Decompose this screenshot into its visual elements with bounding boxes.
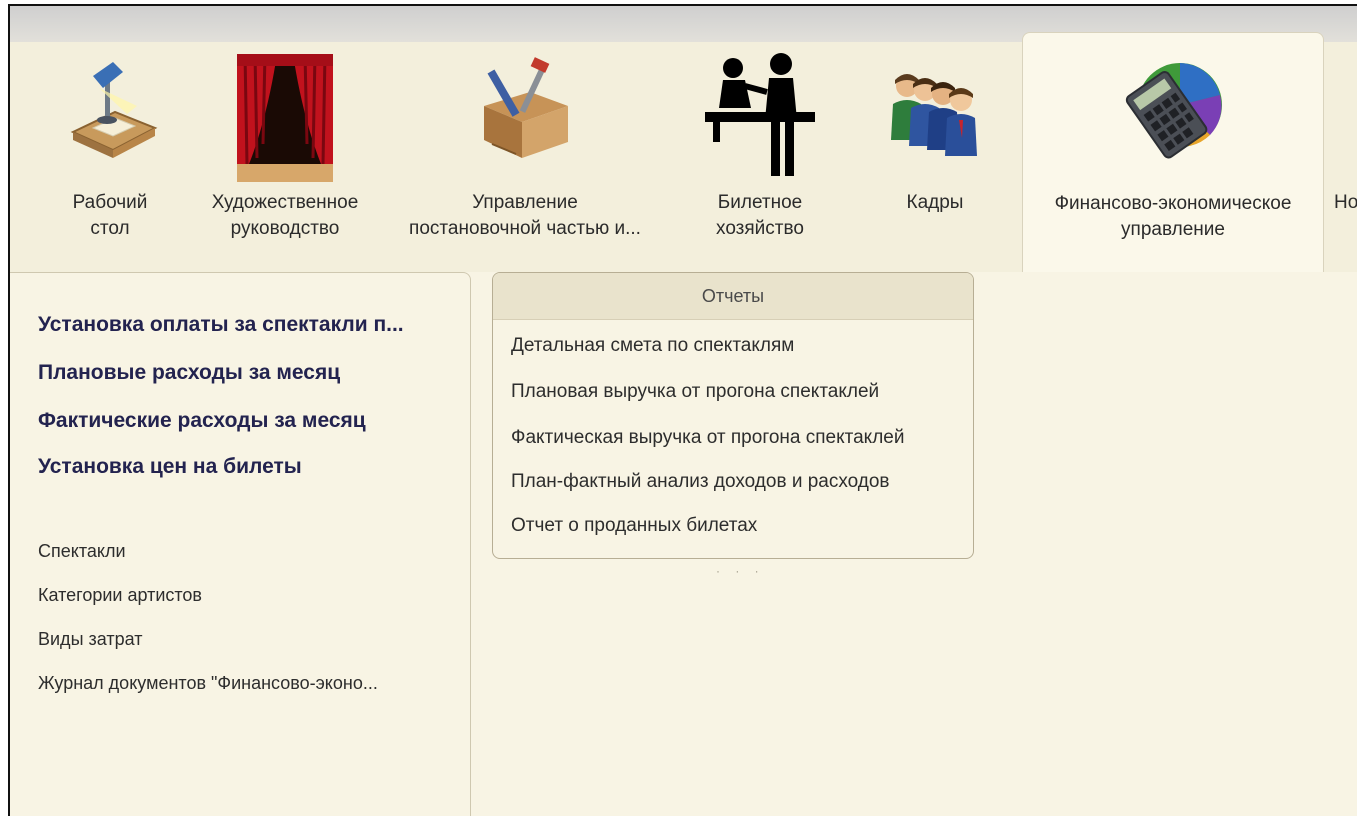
report-actual-revenue[interactable]: Фактическая выручка от прогона спектакле… <box>511 427 904 449</box>
section-label-line2: постановочной частью и... <box>409 218 641 239</box>
toolbox-icon <box>395 54 655 166</box>
nav-link-document-journal[interactable]: Журнал документов "Финансово-эконо... <box>38 673 378 694</box>
section-label-line2: руководство <box>230 218 340 239</box>
report-sold-tickets[interactable]: Отчет о проданных билетах <box>511 515 757 537</box>
resize-handle[interactable]: · · · <box>716 564 765 578</box>
reports-group: Отчеты Детальная смета по спектаклям Пла… <box>492 272 974 559</box>
reports-title: Отчеты <box>493 273 973 320</box>
section-content: Установка оплаты за спектакли п... Плано… <box>10 272 1357 816</box>
report-plan-fact-analysis[interactable]: План-фактный анализ доходов и расходов <box>511 471 890 493</box>
navigation-panel: Установка оплаты за спектакли п... Плано… <box>10 272 471 816</box>
nav-link-performances[interactable]: Спектакли <box>38 541 126 562</box>
section-label-line2: стол <box>90 218 130 239</box>
section-label-line1: Управление <box>472 192 578 213</box>
nav-link-performance-payment[interactable]: Установка оплаты за спектакли п... <box>38 313 404 337</box>
nav-link-actual-expenses[interactable]: Фактические расходы за месяц <box>38 409 366 433</box>
report-detailed-estimate[interactable]: Детальная смета по спектаклям <box>511 335 794 357</box>
section-desktop[interactable]: Рабочий стол <box>40 42 180 272</box>
report-planned-revenue[interactable]: Плановая выручка от прогона спектаклей <box>511 381 879 403</box>
section-label-line1: Билетное <box>717 192 803 213</box>
app-window: Рабочий стол Художественное руководство … <box>8 4 1357 816</box>
section-label-line1: Рабочий <box>72 192 148 213</box>
section-art[interactable]: Художественное руководство <box>200 42 370 272</box>
nav-link-planned-expenses[interactable]: Плановые расходы за месяц <box>38 361 340 385</box>
section-label-line1: Финансово-экономическое <box>1054 193 1292 214</box>
section-more[interactable]: Но <box>1334 42 1357 272</box>
nav-link-expense-types[interactable]: Виды затрат <box>38 629 142 650</box>
desk-lamp-icon <box>40 54 180 166</box>
calculator-pie-icon <box>1023 55 1323 167</box>
section-tickets[interactable]: Билетное хозяйство <box>690 42 830 272</box>
section-staff[interactable]: Кадры <box>870 42 1000 272</box>
theater-curtain-icon <box>200 54 370 182</box>
ticket-counter-icon <box>690 50 830 176</box>
nav-link-artist-categories[interactable]: Категории артистов <box>38 585 202 606</box>
section-label-line2: хозяйство <box>716 218 804 239</box>
section-production[interactable]: Управление постановочной частью и... <box>395 42 655 272</box>
sections-panel: Рабочий стол Художественное руководство … <box>10 32 1357 275</box>
section-label-line1: Кадры <box>906 192 964 213</box>
section-label-line2: управление <box>1121 219 1225 240</box>
people-icon <box>870 60 1000 172</box>
nav-link-ticket-prices[interactable]: Установка цен на билеты <box>38 455 302 479</box>
section-finance[interactable]: Финансово-экономическое управление <box>1022 32 1324 275</box>
section-label-line1: Художественное <box>211 192 359 213</box>
section-label-line1: Но <box>1334 192 1357 213</box>
